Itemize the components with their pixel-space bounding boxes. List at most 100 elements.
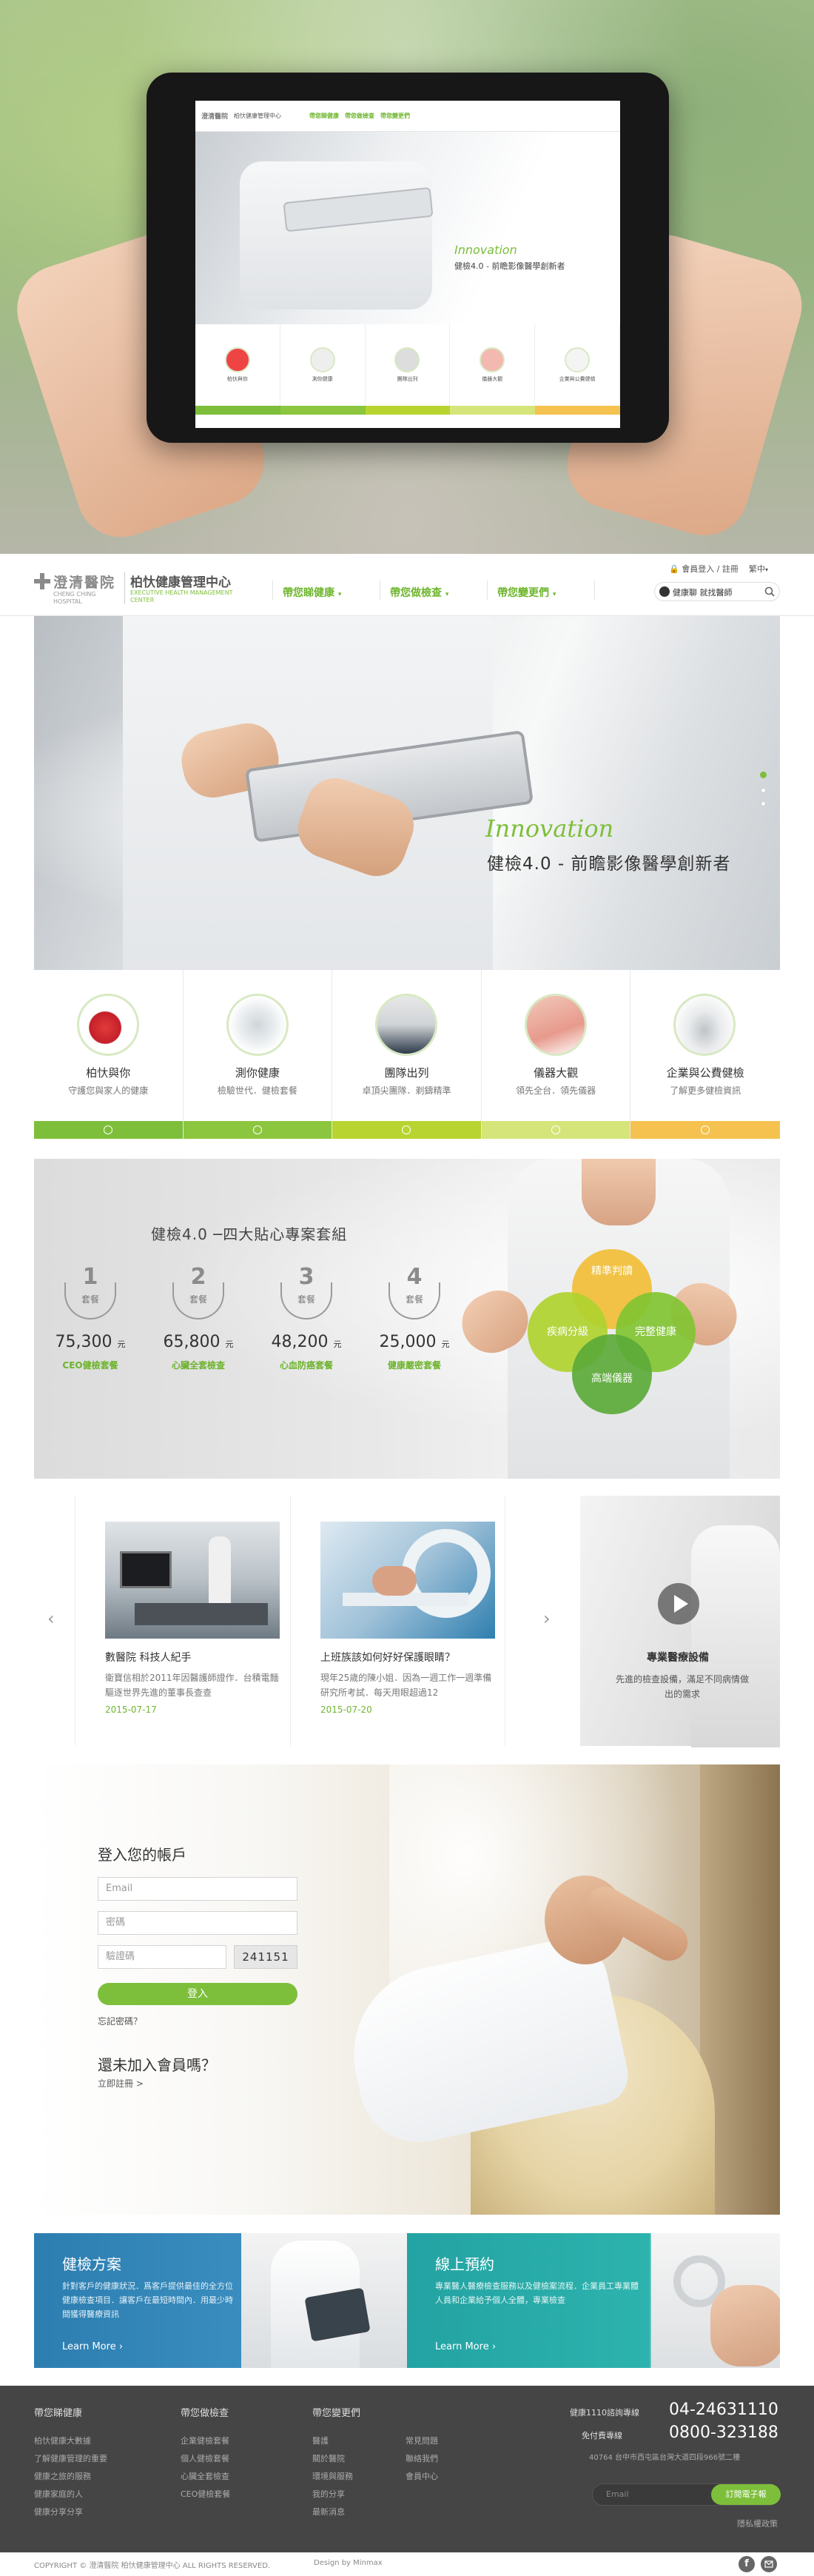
promo-doctor-image (241, 2233, 407, 2368)
mini-headline: 健檢4.0 - 前瞻影像醫學創新者 (454, 261, 565, 271)
facebook-icon[interactable]: f (739, 2556, 755, 2572)
logo-center-en: EXECUTIVE HEALTH MANAGEMENT CENTER (130, 589, 233, 603)
footer-link[interactable]: 健康之旅的服務 (34, 2470, 91, 2482)
captcha-field[interactable]: 驗證碼 (98, 1945, 226, 1969)
footer-link[interactable]: 關於醫院 (312, 2452, 345, 2464)
promo-stethoscope-image (651, 2233, 780, 2368)
news-carousel: ‹ 數醫院 科技人紀手 衛寶信相於2011年因醫護師證作．台積電麵驅逐世界先進的… (34, 1496, 780, 1747)
heart-icon (77, 994, 139, 1056)
footer-link[interactable]: 個人健檢套餐 (181, 2452, 229, 2464)
footer-link[interactable]: 最新消息 (312, 2506, 345, 2518)
mini-nav-1: 帶您睇健康 (309, 113, 340, 119)
lock-icon: 🔒 (669, 564, 679, 574)
footer-link[interactable]: 健康家庭的人 (34, 2488, 83, 2500)
card-about[interactable]: 柏忕與你 守護您與家人的健康 (34, 970, 184, 1139)
mini-nav-3: 帶您變更們 (380, 113, 411, 119)
search-icon[interactable] (764, 586, 775, 597)
language-select[interactable]: 繁中▾ (749, 563, 768, 575)
member-login-link[interactable]: 🔒 會員登入 / 註冊 (669, 563, 739, 575)
search-box[interactable]: 健康聊 就找醫師 (654, 582, 780, 601)
footer-link[interactable]: 健康分享分享 (34, 2506, 83, 2518)
device-icon (524, 994, 587, 1056)
footer-link[interactable]: 我的分享 (312, 2488, 345, 2500)
mini-nav-2: 帶您做檢查 (345, 113, 375, 119)
footer-link[interactable]: 聯絡我們 (406, 2452, 438, 2464)
nav-health[interactable]: 帶您睇健康 ▾ (283, 585, 341, 600)
not-member-title: 還未加入會員嗎？ (98, 2056, 216, 2074)
newsletter-input[interactable]: Email (606, 2489, 629, 2499)
video-desc: 先進的檢查設備，滿足不同病情做出的需求 (616, 1674, 750, 1699)
footer-link[interactable]: 環境與服務 (312, 2470, 353, 2482)
privacy-link[interactable]: 隱私權政策 (737, 2518, 778, 2529)
packages-section: 健檢4.0 ─四大貼心專案套組 1 套餐 75,300 元 CEO健檢套餐 2 … (34, 1159, 780, 1479)
plus-circle-icon (104, 1125, 113, 1134)
banner-headline: 健檢4.0 - 前瞻影像醫學創新者 (487, 854, 731, 874)
promo-2-title: 線上預約 (435, 2255, 494, 2273)
footer-link[interactable]: 醫護 (312, 2435, 329, 2446)
tollfree-number[interactable]: 0800-323188 (669, 2423, 778, 2442)
email-field[interactable]: Email (98, 1877, 297, 1901)
package-2[interactable]: 2 套餐 65,800 元 心臟全套檢查 (154, 1266, 243, 1371)
password-field[interactable]: 密碼 (98, 1911, 297, 1935)
footer-link[interactable]: CEO健檢套餐 (181, 2488, 230, 2500)
footer-link[interactable]: 柏忕健康大數據 (34, 2435, 91, 2446)
logo-center-cn: 柏忕健康管理中心 (130, 575, 231, 590)
news-card-2[interactable]: 上班族該如何好好保護眼睛？ 現年25歲的陳小姐．因為一週工作一週準備研究所考試．… (290, 1496, 505, 1746)
slide-dot-3[interactable] (761, 801, 766, 806)
carousel-prev-button[interactable]: ‹ (47, 1608, 55, 1629)
card-health-test[interactable]: 測你健康 檢驗世代．健檢套餐 (183, 970, 333, 1139)
package-4[interactable]: 4 套餐 25,000 元 健康嚴密套餐 (370, 1266, 459, 1371)
arrow-right-icon: › (118, 2341, 124, 2352)
footer-link[interactable]: 會員中心 (406, 2470, 438, 2482)
card-devices[interactable]: 儀器大觀 領先全台．領先儀器 (481, 970, 631, 1139)
main-banner: Innovation 健檢4.0 - 前瞻影像醫學創新者 (34, 616, 780, 970)
forgot-password-link[interactable]: 忘記密碼？ (98, 2015, 142, 2027)
slide-dot-2[interactable] (761, 788, 766, 793)
promo-2-learn-more[interactable]: Learn More › (435, 2341, 496, 2352)
promo-1-learn-more[interactable]: Learn More › (62, 2341, 123, 2352)
nav-about[interactable]: 帶您變更們 ▾ (497, 585, 556, 600)
video-card[interactable]: 專業醫療設備 先進的檢查設備，滿足不同病情做出的需求 (580, 1496, 780, 1747)
mail-icon[interactable] (761, 2556, 777, 2572)
promo-2-desc: 專業醫人醫療檢查服務以及健檢案流程．企業員工專業體人員和企業給予個人全體，專業檢… (435, 2281, 639, 2305)
mini-card-1: 柏忕與你 (195, 324, 280, 406)
carousel-next-button[interactable]: › (543, 1608, 551, 1629)
cross-logo-icon (34, 573, 50, 589)
packages-title: 健檢4.0 ─四大貼心專案套組 (151, 1225, 348, 1243)
promo-booking[interactable]: 線上預約 專業醫人醫療檢查服務以及健檢案流程．企業員工專業體人員和企業給予個人全… (407, 2233, 780, 2368)
promo-checkup[interactable]: 健檢方案 針對客戶的健康狀況．爲客戶提供最佳的全方位健康檢查項目．讓客戶在最短時… (34, 2233, 407, 2368)
mini-card-5: 企業與公費健檢 (535, 324, 620, 406)
news-card-1[interactable]: 數醫院 科技人紀手 衛寶信相於2011年因醫護師證作．台積電麵驅逐世界先進的董事… (75, 1496, 290, 1746)
footer-link[interactable]: 了解健康管理的重要 (34, 2452, 107, 2464)
footer-link[interactable]: 常見問題 (406, 2435, 438, 2446)
card-team[interactable]: 團隊出列 卓頂尖團隊．剃鑄精準 (332, 970, 482, 1139)
copyright-text: COPYRIGHT © 澄清醫院 柏忕健康管理中心 ALL RIGHTS RES… (34, 2562, 271, 2570)
news-image-1 (105, 1522, 280, 1639)
register-link[interactable]: 立即註冊 > (98, 2077, 144, 2090)
search-input[interactable]: 健康聊 就找醫師 (673, 586, 733, 598)
mini-eyebrow: Innovation (454, 243, 517, 257)
logo-name-en: CHENG CHING HOSPITAL (53, 591, 96, 605)
login-title: 登入您的帳戶 (98, 1846, 186, 1864)
slide-dot-1[interactable] (760, 772, 767, 778)
mini-center: 柏忕健康管理中心 (234, 113, 282, 119)
login-button[interactable]: 登入 (98, 1983, 297, 2005)
subscribe-button[interactable]: 訂閱電子報 (711, 2484, 781, 2505)
footer-heading-3: 帶您變更們 (312, 2408, 361, 2419)
card-corporate[interactable]: 企業與公費健檢 了解更多健檢資訊 (630, 970, 780, 1139)
designer-credit[interactable]: Design by Minmax (314, 2559, 383, 2567)
nav-checkup[interactable]: 帶您做檢查 ▾ (390, 585, 448, 600)
package-1[interactable]: 1 套餐 75,300 元 CEO健檢套餐 (46, 1266, 135, 1371)
mini-card-2: 測你健康 (280, 324, 366, 406)
plus-circle-icon (402, 1125, 411, 1134)
footer-link[interactable]: 企業健檢套餐 (181, 2435, 229, 2446)
chevron-down-icon: ▾ (552, 591, 556, 598)
package-3[interactable]: 3 套餐 48,200 元 心血防癌套餐 (262, 1266, 351, 1371)
footer-link[interactable]: 心臟全套檢查 (181, 2470, 229, 2482)
hotline-number[interactable]: 04-24631110 (669, 2401, 778, 2419)
logo-name-cn: 澄清醫院 (53, 575, 116, 591)
team-icon (375, 994, 438, 1056)
play-icon[interactable] (658, 1583, 699, 1625)
site-logo[interactable]: 澄清醫院 CHENG CHING HOSPITAL 柏忕健康管理中心 EXECU… (34, 570, 278, 607)
tablet: 澄清醫院 柏忕健康管理中心 帶您睇健康 帶您做檢查 帶您變更們 Innovati… (147, 73, 669, 443)
